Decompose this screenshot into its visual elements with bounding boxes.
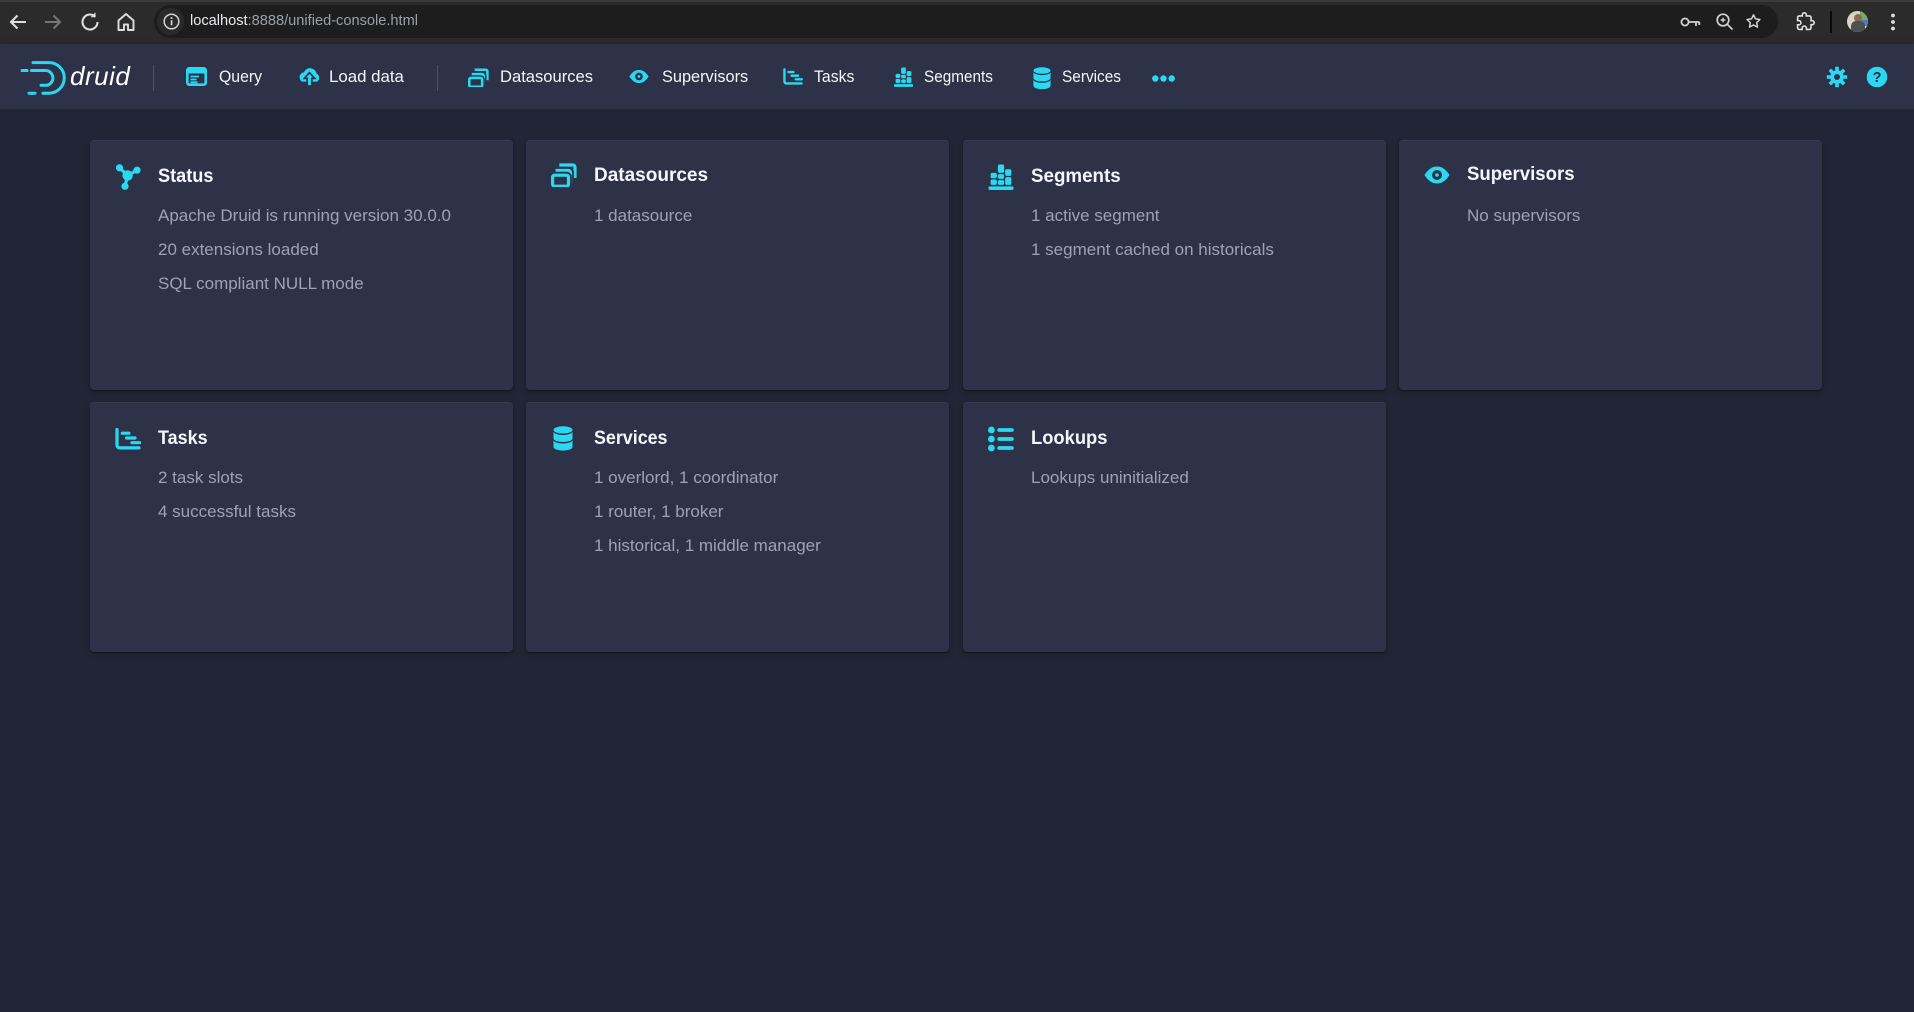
svg-text:?: ?	[1873, 70, 1882, 86]
